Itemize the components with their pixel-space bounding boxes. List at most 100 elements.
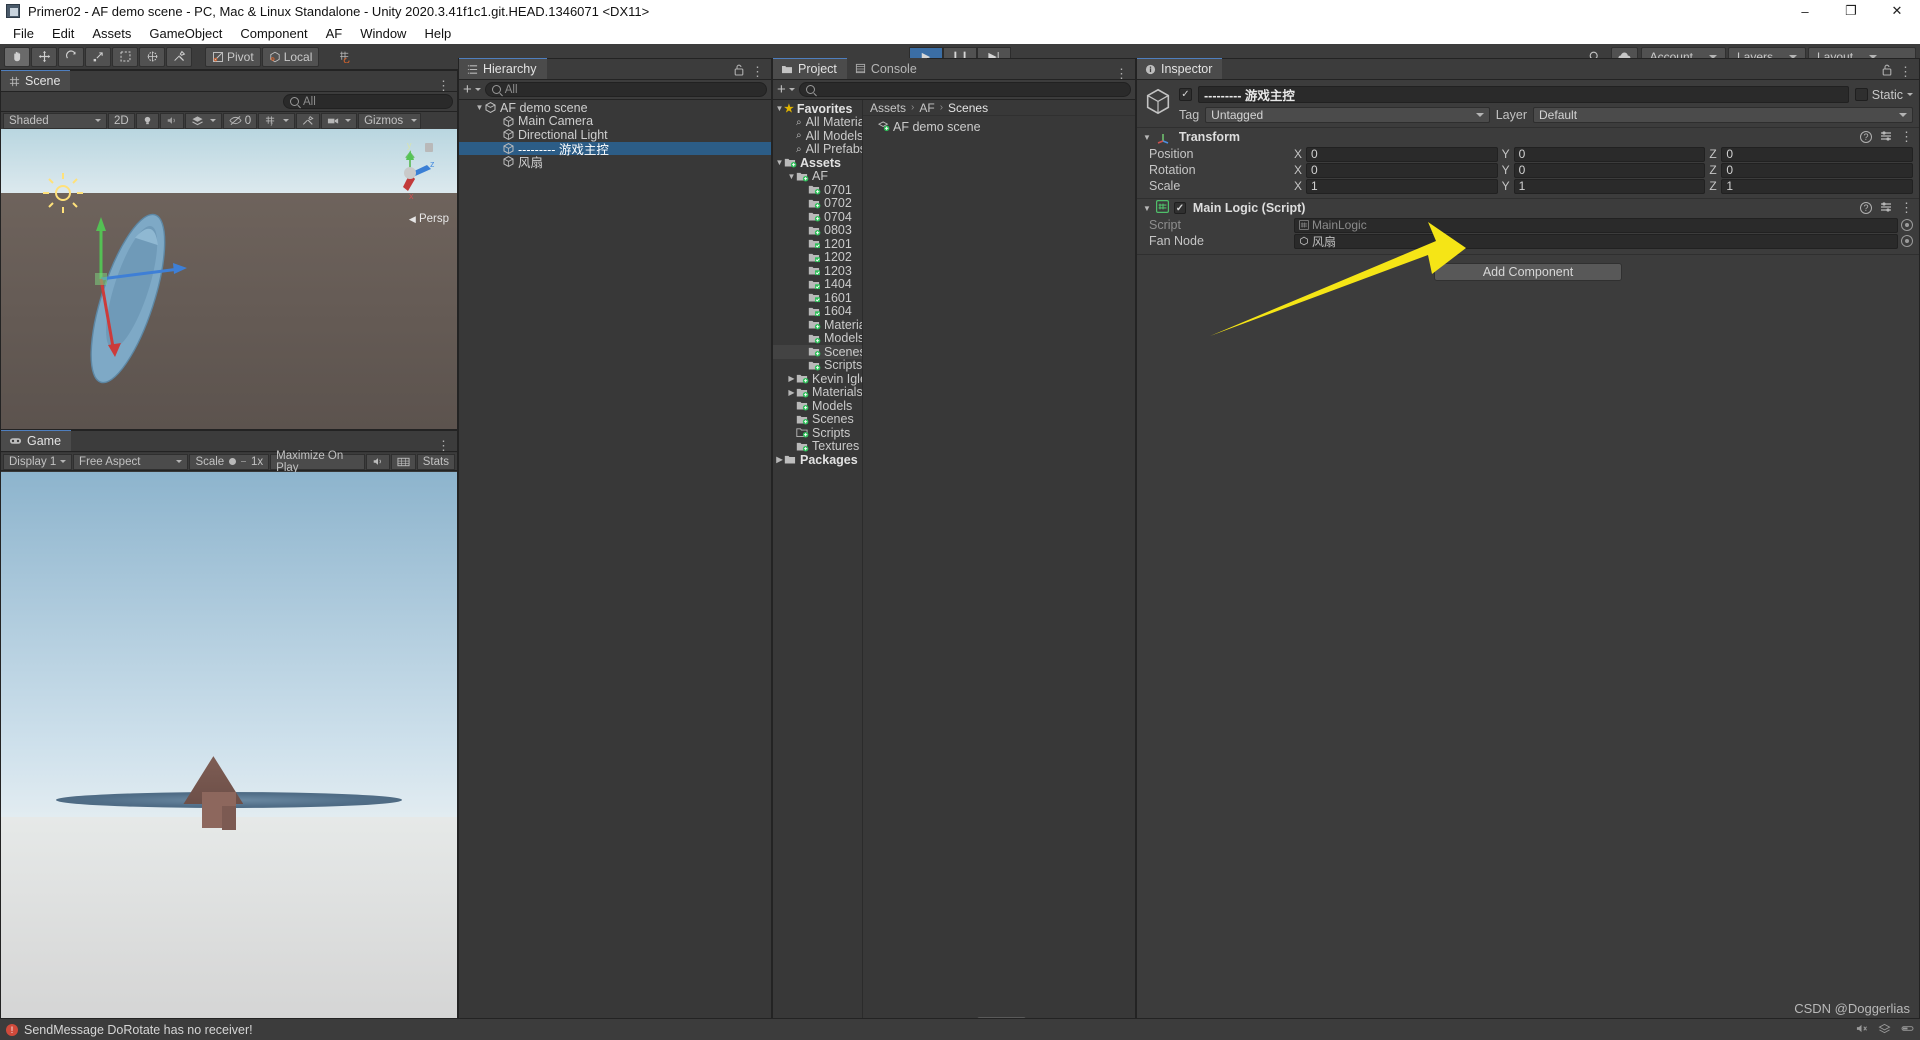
minimize-button[interactable]: –	[1782, 0, 1828, 22]
scale-slider[interactable]: Scale 1x	[189, 453, 270, 470]
project-tree-item-22[interactable]: Models	[773, 399, 862, 413]
maximize-on-play-button[interactable]: Maximize On Play	[270, 450, 365, 474]
hierarchy-search-input[interactable]: All	[484, 82, 767, 97]
project-tree-item-18[interactable]: Scenes	[773, 345, 862, 359]
hierarchy-add-button[interactable]: +	[463, 82, 481, 97]
collapse-triangle-icon[interactable]: ▶	[787, 374, 796, 383]
hierarchy-item-2[interactable]: ▼Directional Light	[459, 128, 771, 142]
local-toggle-button[interactable]: Local	[261, 46, 320, 67]
scale-x-field[interactable]: 1	[1306, 178, 1498, 194]
main-logic-kebab-icon[interactable]: ⋮	[1900, 201, 1913, 214]
mute-status-icon[interactable]	[1855, 1023, 1868, 1037]
menu-file[interactable]: File	[4, 25, 43, 42]
project-tree-item-14[interactable]: 1601	[773, 291, 862, 305]
collapse-triangle-icon[interactable]: ▶	[787, 388, 796, 397]
breadcrumb-segment-1[interactable]: AF	[919, 101, 934, 115]
inspector-options-kebab-icon[interactable]: ⋮	[1899, 65, 1912, 78]
menu-assets[interactable]: Assets	[83, 25, 140, 42]
scene-projection-label[interactable]: ◀ Persp	[409, 213, 449, 225]
project-tree-item-11[interactable]: 1202	[773, 250, 862, 264]
project-add-button[interactable]: +	[777, 82, 795, 97]
project-tree-item-10[interactable]: 1201	[773, 237, 862, 251]
project-tree-item-3[interactable]: ⌕ All Prefabs	[773, 142, 862, 156]
scene-options-kebab-icon[interactable]: ⋮	[437, 79, 450, 92]
tab-console[interactable]: Console	[846, 58, 927, 79]
progress-status-icon[interactable]	[1901, 1023, 1914, 1037]
project-tree-item-25[interactable]: Textures	[773, 439, 862, 453]
add-component-button[interactable]: Add Component	[1434, 263, 1622, 281]
project-tree-item-1[interactable]: ⌕ All Materia	[773, 115, 862, 129]
gameobject-name-field[interactable]: --------- 游戏主控	[1198, 86, 1849, 103]
maximize-button[interactable]: ❐	[1828, 0, 1874, 22]
hierarchy-item-1[interactable]: ▼Main Camera	[459, 114, 771, 128]
project-tree-item-16[interactable]: Material	[773, 318, 862, 332]
scene-grid-dropdown[interactable]: y	[258, 112, 296, 129]
tab-inspector[interactable]: Inspector	[1137, 58, 1223, 79]
hierarchy-options-kebab-icon[interactable]: ⋮	[751, 65, 764, 78]
scene-hidden-objects-toggle[interactable]: 0	[222, 112, 258, 129]
rotation-x-field[interactable]: 0	[1306, 162, 1498, 178]
game-options-kebab-icon[interactable]: ⋮	[437, 439, 450, 452]
scene-camera-dropdown[interactable]	[321, 112, 358, 129]
collapse-triangle-icon[interactable]: ▼	[1143, 204, 1151, 213]
preset-icon[interactable]	[1880, 201, 1892, 216]
lock-icon[interactable]	[1882, 64, 1892, 79]
rotation-z-field[interactable]: 0	[1721, 162, 1914, 178]
help-icon[interactable]: ?	[1860, 131, 1872, 143]
scene-lighting-icon[interactable]	[135, 112, 159, 129]
static-toggle[interactable]: Static	[1854, 88, 1913, 102]
menu-gameobject[interactable]: GameObject	[140, 25, 231, 42]
shading-mode-dropdown[interactable]: Shaded	[3, 112, 107, 129]
project-tree-item-0[interactable]: ▼ ★ Favorites	[773, 102, 862, 116]
collapse-triangle-icon[interactable]: ▼	[1143, 133, 1151, 142]
menu-component[interactable]: Component	[231, 25, 316, 42]
scene-viewport[interactable]: y z x ◀ Persp	[1, 129, 457, 429]
menu-af[interactable]: AF	[317, 25, 352, 42]
hierarchy-item-3[interactable]: ▼--------- 游戏主控	[459, 141, 771, 157]
project-tree-item-26[interactable]: ▶ Packages	[773, 453, 862, 467]
gizmos-grid-icon[interactable]	[390, 453, 416, 470]
script-object-picker-icon[interactable]	[1901, 219, 1913, 231]
project-tree-item-4[interactable]: ▼ Assets	[773, 156, 862, 170]
position-y-field[interactable]: 0	[1513, 146, 1706, 162]
custom-tool-icon[interactable]	[166, 46, 192, 67]
project-asset-item-0[interactable]: AF demo scene	[863, 119, 1135, 134]
project-tree-item-9[interactable]: 0803	[773, 223, 862, 237]
breadcrumb-segment-2[interactable]: Scenes	[948, 101, 988, 115]
project-tree-item-15[interactable]: 1604	[773, 304, 862, 318]
scene-tools-icon[interactable]	[296, 112, 321, 129]
scene-view-axis-gizmo[interactable]: y z x	[379, 139, 441, 201]
project-tree-item-24[interactable]: Scripts	[773, 426, 862, 440]
rect-tool-icon[interactable]	[112, 46, 138, 67]
project-search-input[interactable]	[798, 82, 1131, 97]
project-tree-item-5[interactable]: ▼ AF	[773, 169, 862, 183]
transform-kebab-icon[interactable]: ⋮	[1900, 130, 1913, 143]
status-message[interactable]: SendMessage DoRotate has no receiver!	[24, 1023, 253, 1037]
project-tree-item-6[interactable]: 0701	[773, 183, 862, 197]
transform-tool-icon[interactable]	[139, 46, 165, 67]
game-viewport[interactable]	[1, 472, 457, 1029]
layer-dropdown[interactable]: Default	[1533, 107, 1913, 123]
mute-audio-icon[interactable]	[365, 453, 390, 470]
transform-header[interactable]: ▼ Transform ? ⋮	[1137, 128, 1919, 146]
tab-hierarchy[interactable]: Hierarchy	[459, 58, 547, 79]
move-tool-icon[interactable]	[31, 46, 57, 67]
hand-tool-icon[interactable]	[4, 46, 30, 67]
stats-button[interactable]: Stats	[416, 453, 455, 470]
menu-help[interactable]: Help	[415, 25, 460, 42]
rotation-y-field[interactable]: 0	[1513, 162, 1706, 178]
breadcrumb-segment-0[interactable]: Assets	[870, 101, 906, 115]
tab-project[interactable]: Project	[773, 58, 847, 79]
script-enabled-checkbox[interactable]: ✓	[1173, 202, 1186, 214]
project-tree-item-12[interactable]: 1203	[773, 264, 862, 278]
menu-window[interactable]: Window	[351, 25, 415, 42]
fan-node-object-picker-icon[interactable]	[1901, 235, 1913, 247]
project-tree-item-7[interactable]: 0702	[773, 196, 862, 210]
expand-triangle-icon[interactable]: ▼	[775, 104, 784, 113]
snap-grid-icon[interactable]	[332, 46, 359, 67]
project-tree-item-19[interactable]: Scripts	[773, 358, 862, 372]
project-tree-item-2[interactable]: ⌕ All Models	[773, 129, 862, 143]
gizmos-dropdown[interactable]: Gizmos	[358, 112, 422, 129]
scale-tool-icon[interactable]	[85, 46, 111, 67]
collapse-triangle-icon[interactable]: ▶	[775, 455, 784, 464]
